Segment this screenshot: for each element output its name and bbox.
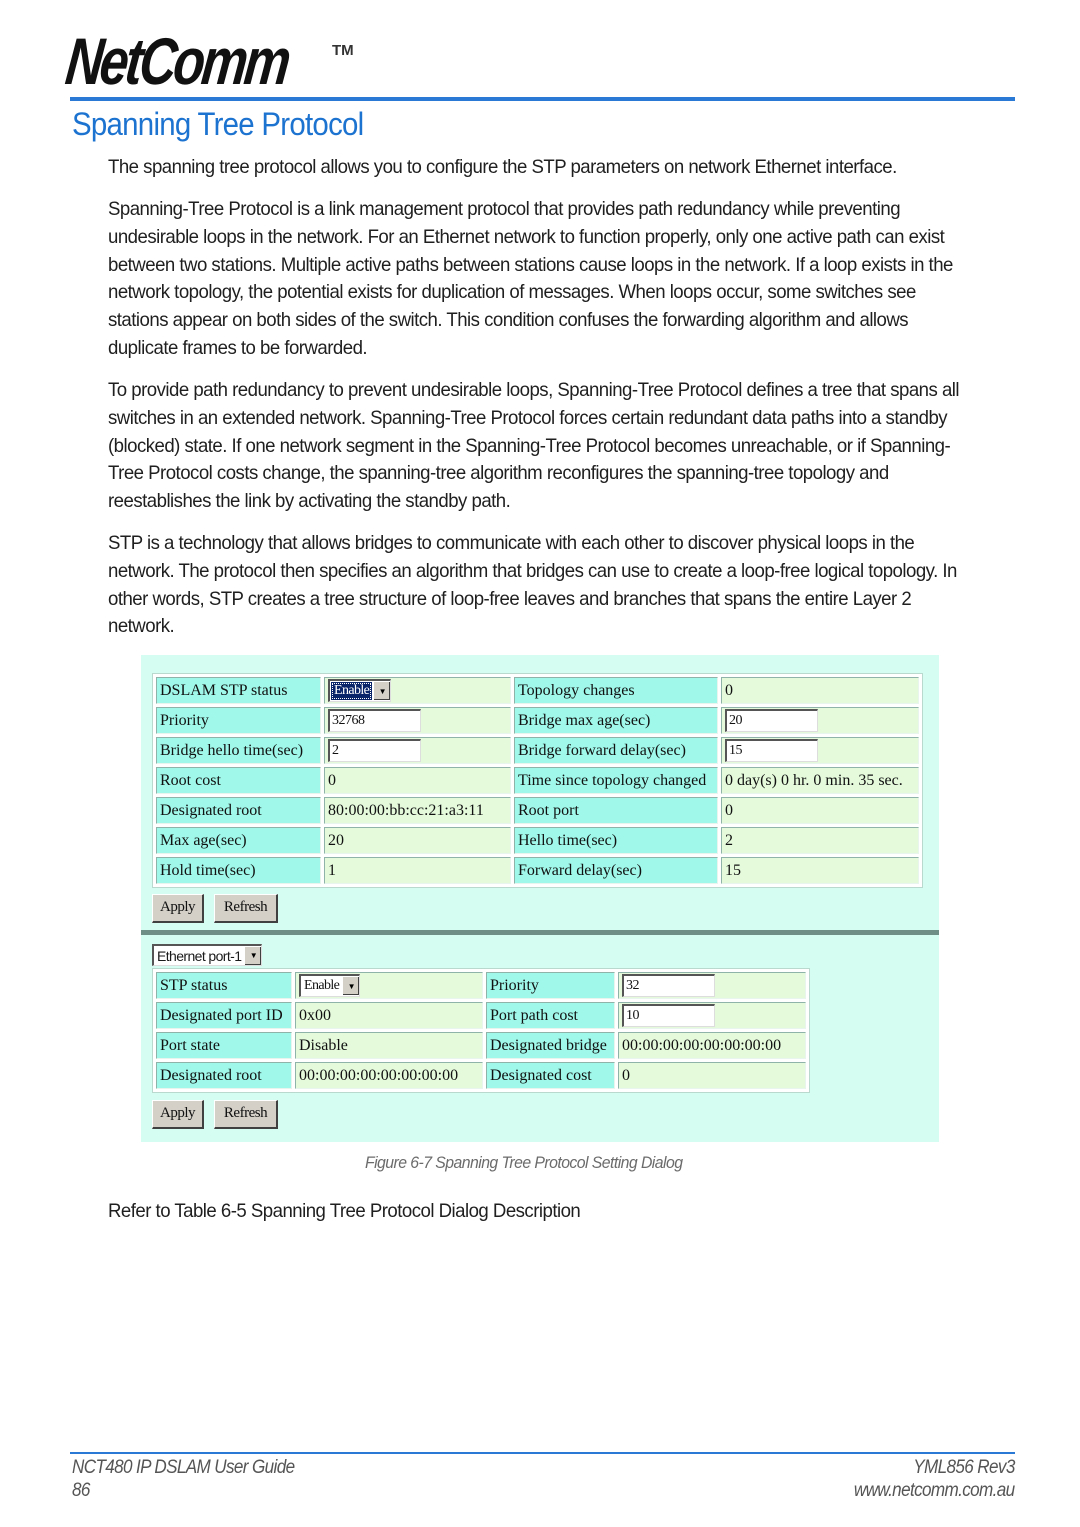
table-row: Designated port ID 0x00 Port path cost 1… bbox=[156, 1002, 806, 1029]
root-port-label: Root port bbox=[514, 797, 718, 824]
priority-label: Priority bbox=[156, 707, 321, 734]
bridge-max-age-input[interactable]: 20 bbox=[725, 709, 818, 732]
table-row: Bridge hello time(sec) 2 Bridge forward … bbox=[156, 737, 919, 764]
hello-time-label: Hello time(sec) bbox=[514, 827, 718, 854]
root-cost-value: 0 bbox=[324, 767, 511, 794]
port-state-value: Disable bbox=[295, 1032, 483, 1059]
bridge-forward-delay-label: Bridge forward delay(sec) bbox=[514, 737, 718, 764]
priority-input[interactable]: 32768 bbox=[328, 709, 421, 732]
time-since-topology-changed-label: Time since topology changed bbox=[514, 767, 718, 794]
bridge-apply-button[interactable]: Apply bbox=[152, 894, 204, 923]
footer-page-number: 86 bbox=[72, 1480, 90, 1501]
logo-trademark: TM bbox=[332, 42, 354, 59]
netcomm-logo: NetComm TM bbox=[62, 24, 354, 98]
bridge-hello-time-input[interactable]: 2 bbox=[328, 739, 421, 762]
dslam-stp-status-label: DSLAM STP status bbox=[156, 677, 321, 704]
hello-time-value: 2 bbox=[721, 827, 919, 854]
table-row: Max age(sec) 20 Hello time(sec) 2 bbox=[156, 827, 919, 854]
designated-bridge-label: Designated bridge bbox=[486, 1032, 615, 1059]
header-divider bbox=[70, 97, 1015, 101]
designated-root-label: Designated root bbox=[156, 797, 321, 824]
section-divider bbox=[141, 930, 939, 935]
port-path-cost-label: Port path cost bbox=[486, 1002, 615, 1029]
footer-doc-code: YML856 Rev3 bbox=[913, 1457, 1016, 1478]
designated-bridge-value: 00:00:00:00:00:00:00:00 bbox=[618, 1032, 806, 1059]
table-row: DSLAM STP status Enable ▼ Topology chang… bbox=[156, 677, 919, 704]
table-row: Priority 32768 Bridge max age(sec) 20 bbox=[156, 707, 919, 734]
bridge-stp-table: DSLAM STP status Enable ▼ Topology chang… bbox=[152, 673, 923, 888]
page-title: Spanning Tree Protocol bbox=[72, 106, 364, 142]
port-stp-table: STP status Enable ▼ Priority 32 Designat… bbox=[152, 968, 810, 1093]
footer-divider bbox=[70, 1452, 1015, 1454]
table-row: Designated root 80:00:00:bb:cc:21:a3:11 … bbox=[156, 797, 919, 824]
port-priority-label: Priority bbox=[486, 972, 615, 999]
stp-setting-dialog: DSLAM STP status Enable ▼ Topology chang… bbox=[141, 655, 939, 1142]
paragraph-intro: The spanning tree protocol allows you to… bbox=[108, 156, 897, 178]
hold-time-label: Hold time(sec) bbox=[156, 857, 321, 884]
chevron-down-icon[interactable]: ▼ bbox=[373, 682, 391, 700]
designated-root-value: 80:00:00:bb:cc:21:a3:11 bbox=[324, 797, 511, 824]
table-row: Designated root 00:00:00:00:00:00:00:00 … bbox=[156, 1062, 806, 1089]
root-port-value: 0 bbox=[721, 797, 919, 824]
designated-port-id-value: 0x00 bbox=[295, 1002, 483, 1029]
bridge-hello-time-label: Bridge hello time(sec) bbox=[156, 737, 321, 764]
dslam-stp-status-value: Enable bbox=[331, 682, 373, 700]
table-row: STP status Enable ▼ Priority 32 bbox=[156, 972, 806, 999]
figure-caption: Figure 6-7 Spanning Tree Protocol Settin… bbox=[365, 1153, 683, 1172]
bridge-forward-delay-input[interactable]: 15 bbox=[725, 739, 818, 762]
table-row: Root cost 0 Time since topology changed … bbox=[156, 767, 919, 794]
port-designated-root-label: Designated root bbox=[156, 1062, 292, 1089]
paragraph-stp-technology: STP is a technology that allows bridges … bbox=[108, 532, 957, 638]
paragraph-path-redundancy: To provide path redundancy to prevent un… bbox=[108, 379, 960, 513]
paragraph-stp-definition: Spanning-Tree Protocol is a link managem… bbox=[108, 198, 953, 359]
footer-guide-title: NCT480 IP DSLAM User Guide bbox=[72, 1457, 295, 1478]
footer-website[interactable]: www.netcomm.com.au bbox=[854, 1480, 1015, 1502]
port-designated-root-value: 00:00:00:00:00:00:00:00 bbox=[295, 1062, 483, 1089]
max-age-label: Max age(sec) bbox=[156, 827, 321, 854]
bridge-max-age-label: Bridge max age(sec) bbox=[514, 707, 718, 734]
dslam-stp-status-select[interactable]: Enable ▼ bbox=[328, 679, 392, 702]
chevron-down-icon[interactable]: ▼ bbox=[342, 977, 360, 995]
port-stp-status-label: STP status bbox=[156, 972, 292, 999]
port-apply-button[interactable]: Apply bbox=[152, 1100, 204, 1129]
chevron-down-icon[interactable]: ▼ bbox=[244, 946, 262, 965]
forward-delay-label: Forward delay(sec) bbox=[514, 857, 718, 884]
port-stp-status-value: Enable bbox=[304, 978, 340, 993]
port-stp-status-select[interactable]: Enable ▼ bbox=[299, 974, 361, 997]
port-path-cost-input[interactable]: 10 bbox=[622, 1004, 715, 1027]
table-row: Hold time(sec) 1 Forward delay(sec) 15 bbox=[156, 857, 919, 884]
table-row: Port state Disable Designated bridge 00:… bbox=[156, 1032, 806, 1059]
time-since-topology-changed-value: 0 day(s) 0 hr. 0 min. 35 sec. bbox=[721, 767, 919, 794]
forward-delay-value: 15 bbox=[721, 857, 919, 884]
port-refresh-button[interactable]: Refresh bbox=[214, 1100, 278, 1129]
bridge-refresh-button[interactable]: Refresh bbox=[214, 894, 278, 923]
ethernet-port-select[interactable]: Ethernet port-1 ▼ bbox=[152, 944, 263, 966]
port-state-label: Port state bbox=[156, 1032, 292, 1059]
ethernet-port-value: Ethernet port-1 bbox=[157, 947, 242, 964]
topology-changes-value: 0 bbox=[721, 677, 919, 704]
topology-changes-label: Topology changes bbox=[514, 677, 718, 704]
designated-port-id-label: Designated port ID bbox=[156, 1002, 292, 1029]
table-reference: Refer to Table 6-5 Spanning Tree Protoco… bbox=[108, 1200, 581, 1222]
designated-cost-value: 0 bbox=[618, 1062, 806, 1089]
hold-time-value: 1 bbox=[324, 857, 511, 884]
root-cost-label: Root cost bbox=[156, 767, 321, 794]
logo-text: NetComm bbox=[62, 24, 292, 98]
port-priority-input[interactable]: 32 bbox=[622, 974, 715, 997]
designated-cost-label: Designated cost bbox=[486, 1062, 615, 1089]
max-age-value: 20 bbox=[324, 827, 511, 854]
